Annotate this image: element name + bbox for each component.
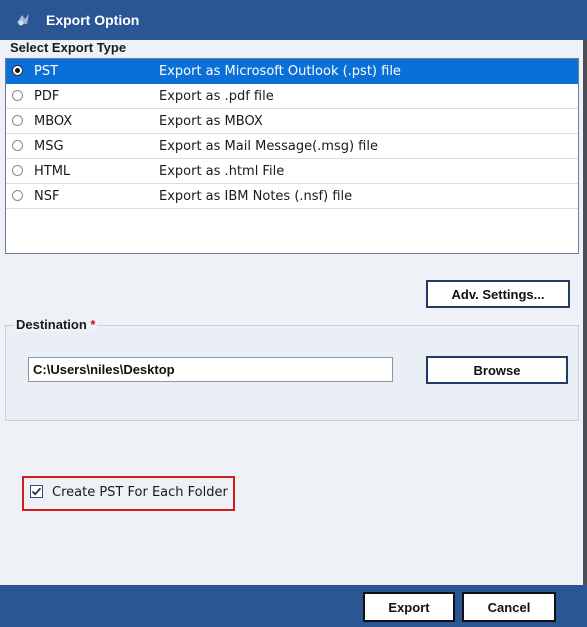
format-name: PST (34, 64, 59, 79)
format-name: NSF (34, 189, 60, 204)
format-description: Export as .pdf file (159, 89, 274, 104)
app-icon (14, 11, 32, 29)
cancel-button[interactable]: Cancel (462, 592, 556, 622)
window-title: Export Option (46, 12, 140, 28)
destination-label-text: Destination (16, 317, 87, 332)
checkmark-icon (31, 487, 42, 496)
radio-button[interactable] (12, 190, 23, 201)
radio-button[interactable] (12, 140, 23, 151)
browse-button[interactable]: Browse (426, 356, 568, 384)
radio-button[interactable] (12, 165, 23, 176)
radio-button[interactable] (12, 90, 23, 101)
format-description: Export as Mail Message(.msg) file (159, 139, 378, 154)
format-name: PDF (34, 89, 60, 104)
radio-button[interactable] (12, 115, 23, 126)
export-option-html[interactable]: HTML Export as .html File (6, 159, 578, 184)
export-option-mbox[interactable]: MBOX Export as MBOX (6, 109, 578, 134)
export-type-list[interactable]: PST Export as Microsoft Outlook (.pst) f… (5, 58, 579, 254)
title-bar: Export Option (0, 0, 587, 40)
export-option-nsf[interactable]: NSF Export as IBM Notes (.nsf) file (6, 184, 578, 209)
export-type-label: Select Export Type (10, 40, 127, 55)
radio-button[interactable] (12, 65, 23, 76)
export-option-msg[interactable]: MSG Export as Mail Message(.msg) file (6, 134, 578, 159)
format-description: Export as .html File (159, 164, 285, 179)
format-name: MBOX (34, 114, 73, 129)
format-name: MSG (34, 139, 64, 154)
required-marker: * (90, 317, 96, 332)
export-option-pdf[interactable]: PDF Export as .pdf file (6, 84, 578, 109)
format-description: Export as MBOX (159, 114, 263, 129)
destination-label: Destination * (14, 317, 98, 332)
export-button[interactable]: Export (363, 592, 455, 622)
create-pst-per-folder-checkbox[interactable] (30, 485, 43, 498)
export-option-pst[interactable]: PST Export as Microsoft Outlook (.pst) f… (6, 59, 578, 84)
format-description: Export as IBM Notes (.nsf) file (159, 189, 353, 204)
format-description: Export as Microsoft Outlook (.pst) file (159, 64, 401, 79)
format-name: HTML (34, 164, 71, 179)
create-pst-per-folder-label[interactable]: Create PST For Each Folder (52, 485, 228, 500)
window-edge (583, 40, 587, 585)
advanced-settings-button[interactable]: Adv. Settings... (426, 280, 570, 308)
destination-path-input[interactable] (28, 357, 393, 382)
